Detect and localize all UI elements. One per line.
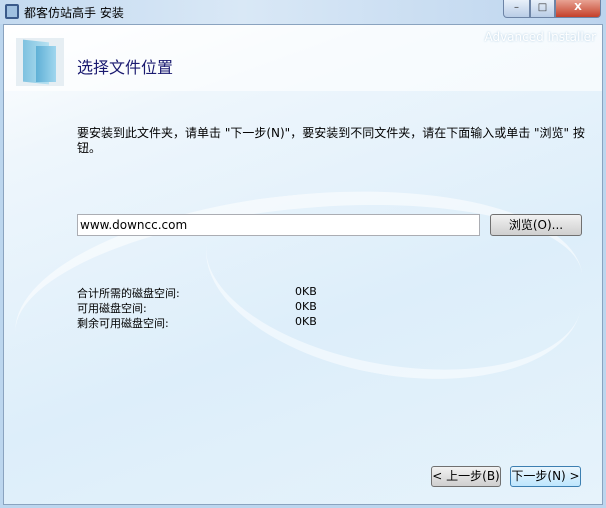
back-button[interactable]: < 上一步(B) — [431, 466, 501, 487]
brand-watermark: Advanced Installer — [484, 30, 596, 44]
close-button[interactable]: X — [555, 0, 601, 18]
maximize-button[interactable]: □ — [530, 0, 555, 18]
header-band: 选择文件位置 Advanced Installer — [4, 25, 602, 91]
installer-panel: 选择文件位置 Advanced Installer 要安装到此文件夹，请单击 "… — [3, 24, 603, 505]
disk-remaining-label: 剩余可用磁盘空间: — [77, 317, 169, 330]
disk-available-label: 可用磁盘空间: — [77, 302, 147, 315]
browse-button[interactable]: 浏览(O)... — [490, 214, 582, 236]
disk-available-value: 0KB — [295, 300, 317, 313]
next-button[interactable]: 下一步(N) > — [510, 466, 581, 487]
window-title: 都客仿站高手 安装 — [24, 6, 124, 20]
minimize-button[interactable]: – — [503, 0, 530, 18]
folder-icon — [16, 38, 64, 86]
installer-app-icon — [5, 4, 19, 19]
install-path-input[interactable]: www.downcc.com — [77, 214, 480, 236]
page-title: 选择文件位置 — [77, 58, 174, 77]
title-bar: 都客仿站高手 安装 – □ X — [0, 0, 606, 24]
disk-remaining-value: 0KB — [295, 315, 317, 328]
disk-required-value: 0KB — [295, 285, 317, 298]
disk-required-label: 合计所需的磁盘空间: — [77, 287, 180, 300]
instructions-text: 要安装到此文件夹，请单击 "下一步(N)"，要安装到不同文件夹，请在下面输入或单… — [77, 126, 585, 155]
